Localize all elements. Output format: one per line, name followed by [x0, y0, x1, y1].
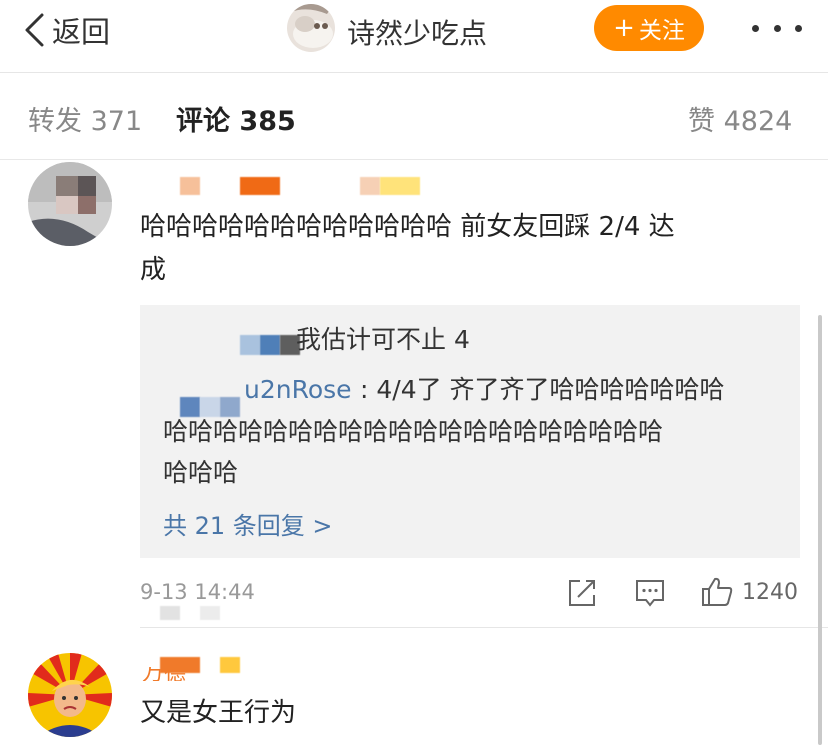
like-count: 1240 [742, 579, 798, 605]
tab-like-count: 4824 [723, 106, 793, 137]
commenter-avatar[interactable] [28, 162, 112, 246]
reply-text: : 4/4了 齐了齐了哈哈哈哈哈哈哈 [360, 375, 725, 404]
comment-timestamp: 9-13 14:44 [140, 580, 255, 604]
page-title: 诗然少吃点 [347, 17, 488, 50]
more-dots-icon [773, 24, 781, 32]
view-all-replies-link[interactable]: 共 21 条回复 > [163, 506, 333, 541]
comment-text-line: 成 [140, 255, 167, 285]
comment-text: 又是女王行为 [140, 698, 297, 728]
reply-text: 哈哈哈哈哈哈哈哈哈哈哈哈哈哈哈哈哈哈哈哈 [163, 417, 664, 446]
reply-text: 我估计可不止 4 [296, 325, 470, 354]
comment-divider [140, 627, 828, 628]
share-icon [569, 580, 595, 606]
username-obscured [360, 177, 380, 195]
tab-repost-count: 371 [90, 106, 143, 137]
tab-repost-label: 转发 [28, 106, 82, 137]
tab-comment-label: 评论 [176, 106, 230, 137]
obscured-area [160, 606, 180, 620]
username-obscured [240, 177, 280, 195]
back-button[interactable]: 返回 [22, 10, 110, 50]
share-button[interactable] [566, 578, 598, 608]
plus-icon: + [613, 13, 635, 43]
follow-button[interactable]: + 关注 [594, 5, 704, 51]
username-obscured[interactable] [180, 177, 200, 195]
tab-like[interactable]: 赞 4824 [688, 99, 792, 138]
comment-icon [636, 580, 664, 607]
username-obscured [220, 657, 240, 673]
reply-username-obscured[interactable] [240, 335, 260, 355]
commenter-name[interactable]: 万德 [142, 667, 186, 681]
reply-button[interactable] [634, 578, 666, 608]
comment-text-line: 哈哈哈哈哈哈哈哈哈哈哈哈 前女友回踩 2/4 达 [140, 212, 675, 242]
more-dots-icon [752, 24, 759, 32]
reply-username[interactable]: u2nRose [244, 370, 352, 410]
commenter-avatar-image [28, 653, 112, 737]
tab-comment[interactable]: 评论 385 [176, 99, 296, 138]
commenter-avatar[interactable] [28, 653, 112, 737]
thumbs-up-icon [702, 577, 733, 606]
commenter-avatar-image [28, 162, 112, 246]
follow-label: 关注 [638, 18, 685, 44]
back-label: 返回 [52, 15, 111, 49]
obscured-area [200, 606, 220, 620]
author-avatar-image [287, 4, 335, 52]
scrollbar[interactable] [818, 315, 822, 745]
tab-comment-count: 385 [239, 106, 296, 137]
like-button[interactable]: 1240 [700, 576, 798, 608]
reply-username-obscured [260, 335, 280, 355]
reply-text: 哈哈哈 [163, 458, 239, 487]
more-dots-icon [795, 24, 802, 32]
tab-like-label: 赞 [688, 106, 715, 137]
tab-repost[interactable]: 转发 371 [28, 99, 142, 138]
more-menu-button[interactable] [752, 16, 802, 40]
author-avatar[interactable] [287, 4, 335, 52]
username-obscured [380, 177, 420, 195]
chevron-left-icon [25, 13, 44, 47]
